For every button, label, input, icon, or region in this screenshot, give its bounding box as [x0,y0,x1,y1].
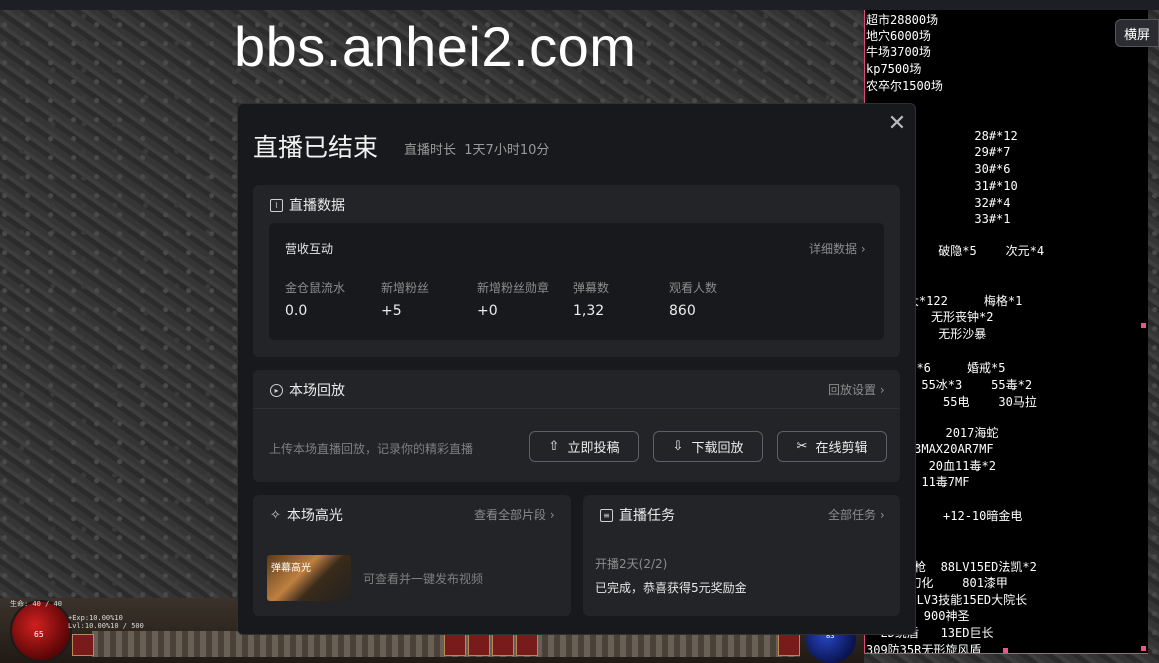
resize-handle[interactable] [1141,323,1146,328]
replay-card: ▸ 本场回放 回放设置 › 上传本场直播回放，记录你的精彩直播 ⇧ 立即投稿 ⇩ 下… [253,370,900,482]
stat-label: 弹幕数 [573,281,610,295]
revenue-panel: 营收互动 详细数据 › 金仓鼠流水 0.0 新增粉丝 +5 新增粉丝勋章 +0 … [269,223,884,340]
scissors-icon: ✂ [796,439,808,454]
live-data-title: ⌇ 直播数据 [270,195,345,215]
online-edit-label: 在线剪辑 [815,441,868,456]
all-tasks-link[interactable]: 全部任务 › [828,506,885,523]
stat-value: +5 [381,303,402,319]
modal-title: 直播已结束 [253,133,379,162]
stat-value: 860 [669,303,696,319]
chevron-right-icon: › [879,383,885,397]
highlight-title: ✧ 本场高光 [270,505,343,525]
task-label: 直播任务 [619,508,675,524]
download-replay-button[interactable]: ⇩ 下载回放 [653,431,763,462]
panel-line: 地穴6000场 [866,29,931,43]
thumbnail-label: 弹幕高光 [271,563,311,574]
live-data-card: ⌇ 直播数据 营收互动 详细数据 › 金仓鼠流水 0.0 新增粉丝 +5 新增粉… [253,185,900,357]
panel-line: kp7500场 [866,62,922,76]
potion-slot[interactable] [492,634,514,656]
detail-data-label: 详细数据 [809,242,858,256]
potion-slot[interactable] [468,634,490,656]
task-title: ≡ 直播任务 [600,505,675,525]
stat-value: 1,32 [573,303,605,319]
upload-icon: ⇧ [548,439,560,454]
chevron-right-icon: › [860,242,866,256]
panel-line: 农卒尔1500场 [866,79,943,93]
live-ended-modal: ✕ 直播已结束 直播时长 1天7小时10分 ⌇ 直播数据 营收互动 详细数据 ›… [237,103,916,635]
resize-handle[interactable] [1003,648,1008,653]
panel-line: 牛场3700场 [866,45,931,59]
highlight-description: 可查看并一键发布视频 [363,572,484,586]
highlight-thumbnail[interactable]: 弹幕高光 [267,555,351,601]
all-tasks-label: 全部任务 [828,508,877,522]
potion-slot[interactable] [516,634,538,656]
chevron-right-icon: › [879,508,885,522]
view-all-clips-link[interactable]: 查看全部片段 › [474,506,555,523]
play-icon: ▸ [270,383,283,397]
task-name: 开播2天(2/2) [595,557,668,571]
stat-label: 新增粉丝勋章 [477,281,550,295]
duration-value: 1天7小时10分 [464,143,550,158]
document-icon: ≡ [600,508,613,522]
stat-value: +0 [477,303,498,319]
sparkle-icon: ✧ [270,507,281,523]
stat-value: 0.0 [285,303,308,319]
highlight-card: ✧ 本场高光 查看全部片段 › 弹幕高光 可查看并一键发布视频 [253,495,571,616]
duration-label: 直播时长 [404,143,457,158]
online-edit-button[interactable]: ✂ 在线剪辑 [777,431,887,462]
replay-settings-link[interactable]: 回放设置 › [828,381,885,398]
potion-slot[interactable] [72,634,94,656]
task-card: ≡ 直播任务 全部任务 › 开播2天(2/2) 已完成，恭喜获得5元奖励金 [583,495,900,616]
landscape-button[interactable]: 横屏 [1115,19,1159,47]
stat-label: 金仓鼠流水 [285,281,346,295]
stat-label: 观看人数 [669,281,718,295]
detail-data-link[interactable]: 详细数据 › [809,240,866,257]
revenue-title: 营收互动 [285,242,334,256]
exp-label: +Exp:10.00%10 [68,614,123,622]
resize-handle[interactable] [1141,646,1146,651]
submit-video-button[interactable]: ⇧ 立即投稿 [529,431,639,462]
live-data-label: 直播数据 [289,198,345,214]
replay-description: 上传本场直播回放，记录你的精彩直播 [269,442,474,456]
top-bar [0,0,1159,10]
potion-slot[interactable] [444,634,466,656]
highlight-label: 本场高光 [286,508,343,524]
stat-label: 新增粉丝 [381,281,430,295]
panel-line: 309防35R无形旋风盾 [866,643,982,654]
download-replay-label: 下载回放 [691,441,744,456]
live-duration: 直播时长 1天7小时10分 [404,139,549,158]
watermark-text: bbs.anhei2.com [234,15,637,78]
view-all-clips-label: 查看全部片段 [474,508,547,522]
lvl-label: Lvl:10.00%10 / 500 [68,622,144,630]
skill-slot[interactable] [778,634,800,656]
chart-icon: ⌇ [270,198,283,212]
replay-label: 本场回放 [289,383,345,399]
submit-video-label: 立即投稿 [567,441,620,456]
close-icon[interactable]: ✕ [886,113,908,135]
life-value: 65 [34,630,44,639]
task-status: 已完成，恭喜获得5元奖励金 [595,581,747,595]
life-label: 生命: 40 / 40 [10,600,62,608]
replay-settings-label: 回放设置 [828,383,877,397]
divider [253,408,900,409]
chevron-right-icon: › [549,508,555,522]
replay-title: ▸ 本场回放 [270,380,345,400]
panel-line: 超市28800场 [866,13,939,27]
download-icon: ⇩ [672,439,684,454]
